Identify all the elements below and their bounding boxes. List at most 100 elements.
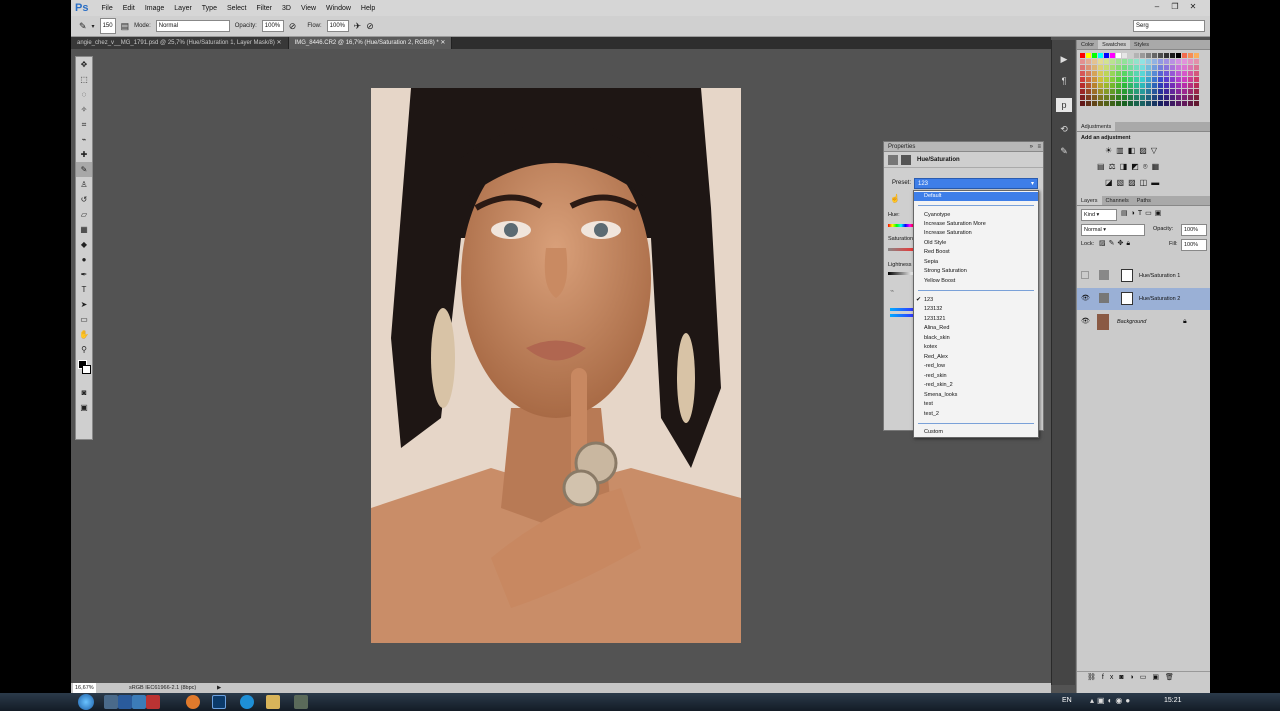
preset-option[interactable]: Yellow Boost — [914, 277, 1038, 286]
swatch[interactable] — [1140, 95, 1145, 100]
eye-icon[interactable]: 👁︎ — [1081, 311, 1090, 333]
healing-tool-icon[interactable]: ✚ — [76, 147, 92, 162]
swatch[interactable] — [1116, 71, 1121, 76]
opacity-input[interactable]: 100% — [261, 20, 284, 32]
swatch[interactable] — [1140, 101, 1145, 106]
tab-angie-chez[interactable]: angie_chez_v__MG_1791.psd @ 25,7% (Hue/S… — [71, 37, 289, 49]
swatch[interactable] — [1116, 59, 1121, 64]
preset-option[interactable]: Increase Saturation — [914, 229, 1038, 238]
preset-option[interactable]: test — [914, 400, 1038, 409]
swatch[interactable] — [1188, 53, 1193, 58]
swatch[interactable] — [1158, 101, 1163, 106]
swatch[interactable] — [1176, 77, 1181, 82]
preset-option[interactable]: Red Boost — [914, 248, 1038, 257]
swatch[interactable] — [1182, 77, 1187, 82]
tab-color[interactable]: Color — [1077, 40, 1098, 49]
swatch[interactable] — [1122, 59, 1127, 64]
swatch[interactable] — [1092, 101, 1097, 106]
swatch[interactable] — [1170, 59, 1175, 64]
swatch[interactable] — [1110, 95, 1115, 100]
swatch[interactable] — [1140, 89, 1145, 94]
tab-paths[interactable]: Paths — [1133, 196, 1155, 205]
layers-footer-icons[interactable]: ⛓fx◙◑▭▣🗑︎ — [1077, 671, 1210, 683]
swatch[interactable] — [1152, 101, 1157, 106]
swatch[interactable] — [1116, 53, 1121, 58]
swatch[interactable] — [1092, 95, 1097, 100]
mask-thumbnail[interactable] — [1121, 292, 1133, 305]
p-icon[interactable]: p — [1056, 98, 1072, 112]
swatch[interactable] — [1194, 59, 1199, 64]
blur-tool-icon[interactable]: ◆ — [76, 237, 92, 252]
filter-icons[interactable]: ▤◑T▭▣ — [1121, 209, 1164, 217]
paragraph-icon[interactable]: ¶ — [1056, 74, 1072, 88]
preset-option[interactable]: -red_skin_2 — [914, 381, 1038, 390]
swatch[interactable] — [1134, 89, 1139, 94]
path-select-tool-icon[interactable]: ➤ — [76, 297, 92, 312]
play-icon[interactable]: ▶ — [1056, 52, 1072, 66]
swatch[interactable] — [1134, 95, 1139, 100]
swatch[interactable] — [1146, 53, 1151, 58]
preset-option[interactable]: kotex — [914, 343, 1038, 352]
swatch[interactable] — [1122, 71, 1127, 76]
clone-stamp-tool-icon[interactable]: ♙ — [76, 177, 92, 192]
kind-filter[interactable]: Kind ▾ — [1081, 209, 1117, 221]
swatch[interactable] — [1086, 101, 1091, 106]
swatch[interactable] — [1098, 59, 1103, 64]
swatch[interactable] — [1122, 101, 1127, 106]
history-icon[interactable]: ⟲ — [1056, 122, 1072, 136]
menu-help[interactable]: Help — [356, 5, 380, 12]
swatch[interactable] — [1194, 65, 1199, 70]
brush-panel-icon[interactable]: ▤ — [121, 21, 130, 32]
dodge-tool-icon[interactable]: ● — [76, 252, 92, 267]
preset-option[interactable]: Alina_Red — [914, 324, 1038, 333]
swatch[interactable] — [1176, 83, 1181, 88]
mask-thumbnail[interactable] — [1121, 269, 1133, 282]
swatch[interactable] — [1116, 95, 1121, 100]
quick-launch-icon[interactable] — [104, 695, 118, 709]
restore-icon[interactable]: ❐ — [1167, 1, 1183, 13]
swatch[interactable] — [1158, 89, 1163, 94]
swatch[interactable] — [1110, 59, 1115, 64]
swatch[interactable] — [1098, 77, 1103, 82]
swatch[interactable] — [1164, 101, 1169, 106]
menu-type[interactable]: Type — [197, 5, 222, 12]
swatch[interactable] — [1080, 89, 1085, 94]
swatch[interactable] — [1176, 95, 1181, 100]
menu-image[interactable]: Image — [140, 5, 169, 12]
swatch[interactable] — [1104, 77, 1109, 82]
swatch[interactable] — [1122, 53, 1127, 58]
swatch[interactable] — [1152, 53, 1157, 58]
swatch[interactable] — [1194, 53, 1199, 58]
swatch[interactable] — [1086, 53, 1091, 58]
swatch[interactable] — [1188, 71, 1193, 76]
swatch[interactable] — [1098, 53, 1103, 58]
swatch[interactable] — [1146, 83, 1151, 88]
swatch[interactable] — [1146, 77, 1151, 82]
swatch[interactable] — [1110, 53, 1115, 58]
history-brush-tool-icon[interactable]: ↺ — [76, 192, 92, 207]
tab-layers[interactable]: Layers — [1077, 196, 1102, 205]
swatch[interactable] — [1140, 53, 1145, 58]
swatch[interactable] — [1092, 83, 1097, 88]
preset-option[interactable]: Strong Saturation — [914, 267, 1038, 276]
swatch[interactable] — [1146, 71, 1151, 76]
app-task-icon[interactable] — [294, 695, 308, 709]
swatch[interactable] — [1176, 59, 1181, 64]
status-menu-arrow-icon[interactable]: ▶ — [217, 683, 221, 693]
swatch[interactable] — [1164, 65, 1169, 70]
start-button-icon[interactable] — [78, 694, 94, 710]
swatch[interactable] — [1176, 71, 1181, 76]
swatch[interactable] — [1194, 77, 1199, 82]
swatch[interactable] — [1086, 71, 1091, 76]
swatch[interactable] — [1152, 59, 1157, 64]
pressure-opacity-icon[interactable]: ⊘ — [289, 21, 297, 32]
swatch[interactable] — [1104, 71, 1109, 76]
swatch[interactable] — [1098, 71, 1103, 76]
photoshop-quick-icon[interactable] — [118, 695, 132, 709]
swatch[interactable] — [1086, 83, 1091, 88]
tab-channels[interactable]: Channels — [1102, 196, 1133, 205]
menu-layer[interactable]: Layer — [169, 5, 197, 12]
swatch[interactable] — [1164, 95, 1169, 100]
brush-size-picker[interactable]: 150 — [99, 18, 116, 34]
chevron-down-icon[interactable]: ▾ — [92, 23, 95, 30]
